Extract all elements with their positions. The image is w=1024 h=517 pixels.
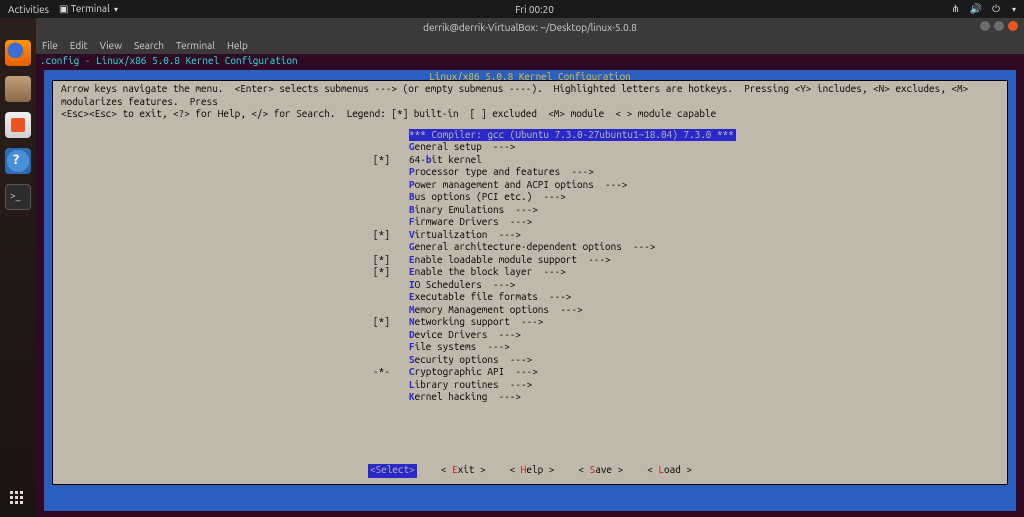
menuconfig-button[interactable]: <Select> bbox=[368, 464, 417, 478]
menuconfig-item[interactable]: -*- Cryptographic API ---> bbox=[373, 366, 1007, 379]
menuconfig-item[interactable]: General architecture-dependent options -… bbox=[373, 241, 1007, 254]
menu-view[interactable]: View bbox=[100, 40, 122, 51]
menuconfig-item[interactable]: Binary Emulations ---> bbox=[373, 204, 1007, 217]
gnome-topbar: Activities ▣ Terminal ▾ Fri 00:20 ⋔ 🔊 ⏻ … bbox=[0, 0, 1024, 18]
menu-terminal[interactable]: Terminal bbox=[176, 40, 215, 51]
menuconfig-item[interactable]: [*] 64-bit kernel bbox=[373, 154, 1007, 167]
menuconfig-button[interactable]: < Exit > bbox=[441, 464, 486, 478]
show-applications-button[interactable] bbox=[10, 491, 26, 507]
dock-app-files[interactable] bbox=[5, 76, 31, 102]
menu-edit[interactable]: Edit bbox=[70, 40, 88, 51]
menuconfig-help-text: Arrow keys navigate the menu. <Enter> se… bbox=[53, 81, 1007, 125]
menuconfig-button[interactable]: < Save > bbox=[578, 464, 623, 478]
menuconfig-item[interactable]: Device Drivers ---> bbox=[373, 329, 1007, 342]
terminal-content[interactable]: .config - Linux/x86 5.0.8 Kernel Configu… bbox=[36, 54, 1024, 517]
window-titlebar[interactable]: derrik@derrik-VirtualBox: ~/Desktop/linu… bbox=[36, 18, 1024, 36]
menuconfig-item[interactable]: Memory Management options ---> bbox=[373, 304, 1007, 317]
chevron-down-icon: ▾ bbox=[1012, 5, 1016, 14]
menuconfig-item[interactable]: *** Compiler: gcc (Ubuntu 7.3.0-27ubuntu… bbox=[373, 129, 1007, 142]
config-path-line: .config - Linux/x86 5.0.8 Kernel Configu… bbox=[36, 54, 1024, 69]
menu-help[interactable]: Help bbox=[227, 40, 248, 51]
menu-search[interactable]: Search bbox=[134, 40, 164, 51]
menuconfig-panel: Arrow keys navigate the menu. <Enter> se… bbox=[52, 80, 1008, 485]
menuconfig-item[interactable]: Kernel hacking ---> bbox=[373, 391, 1007, 404]
menuconfig-item[interactable]: Firmware Drivers ---> bbox=[373, 216, 1007, 229]
dock-app-software[interactable] bbox=[5, 112, 31, 138]
menuconfig-button-bar: <Select> < Exit > < Help > < Save > < Load > bbox=[53, 464, 1007, 478]
menuconfig-item[interactable]: Executable file formats ---> bbox=[373, 291, 1007, 304]
network-icon[interactable]: ⋔ bbox=[951, 3, 959, 15]
menuconfig-item[interactable]: [*] Virtualization ---> bbox=[373, 229, 1007, 242]
menuconfig-item[interactable]: Processor type and features ---> bbox=[373, 166, 1007, 179]
menuconfig-item[interactable]: File systems ---> bbox=[373, 341, 1007, 354]
menuconfig-button[interactable]: < Help > bbox=[510, 464, 555, 478]
terminal-window: derrik@derrik-VirtualBox: ~/Desktop/linu… bbox=[36, 18, 1024, 517]
menuconfig-menu-list[interactable]: *** Compiler: gcc (Ubuntu 7.3.0-27ubuntu… bbox=[53, 125, 1007, 404]
menuconfig-item[interactable]: [*] Enable the block layer ---> bbox=[373, 266, 1007, 279]
clock[interactable]: Fri 00:20 bbox=[118, 4, 951, 15]
terminal-menubar: File Edit View Search Terminal Help bbox=[36, 36, 1024, 54]
menuconfig-screen: Linux/x86 5.0.8 Kernel Configuration Arr… bbox=[44, 70, 1016, 511]
dock-app-firefox[interactable] bbox=[5, 40, 31, 66]
menuconfig-item[interactable]: Library routines ---> bbox=[373, 379, 1007, 392]
menu-file[interactable]: File bbox=[42, 40, 58, 51]
dock bbox=[0, 18, 36, 517]
menuconfig-item[interactable]: [*] Networking support ---> bbox=[373, 316, 1007, 329]
terminal-icon: ▣ bbox=[59, 3, 68, 14]
window-close-button[interactable] bbox=[1008, 21, 1018, 31]
window-maximize-button[interactable] bbox=[994, 21, 1004, 31]
volume-icon[interactable]: 🔊 bbox=[970, 3, 982, 15]
menuconfig-item[interactable]: General setup ---> bbox=[373, 141, 1007, 154]
menuconfig-item[interactable]: Power management and ACPI options ---> bbox=[373, 179, 1007, 192]
dock-app-help[interactable] bbox=[5, 148, 31, 174]
power-icon[interactable]: ⏻ bbox=[992, 3, 1000, 15]
window-title: derrik@derrik-VirtualBox: ~/Desktop/linu… bbox=[423, 22, 637, 33]
window-minimize-button[interactable] bbox=[980, 21, 990, 31]
menuconfig-item[interactable]: [*] Enable loadable module support ---> bbox=[373, 254, 1007, 267]
dock-app-terminal[interactable] bbox=[5, 184, 31, 210]
app-menu[interactable]: ▣ Terminal ▾ bbox=[59, 3, 118, 15]
app-menu-label: Terminal bbox=[71, 3, 110, 14]
menuconfig-item[interactable]: Bus options (PCI etc.) ---> bbox=[373, 191, 1007, 204]
activities-button[interactable]: Activities bbox=[8, 4, 49, 15]
menuconfig-item[interactable]: IO Schedulers ---> bbox=[373, 279, 1007, 292]
menuconfig-item[interactable]: Security options ---> bbox=[373, 354, 1007, 367]
menuconfig-button[interactable]: < Load > bbox=[647, 464, 692, 478]
